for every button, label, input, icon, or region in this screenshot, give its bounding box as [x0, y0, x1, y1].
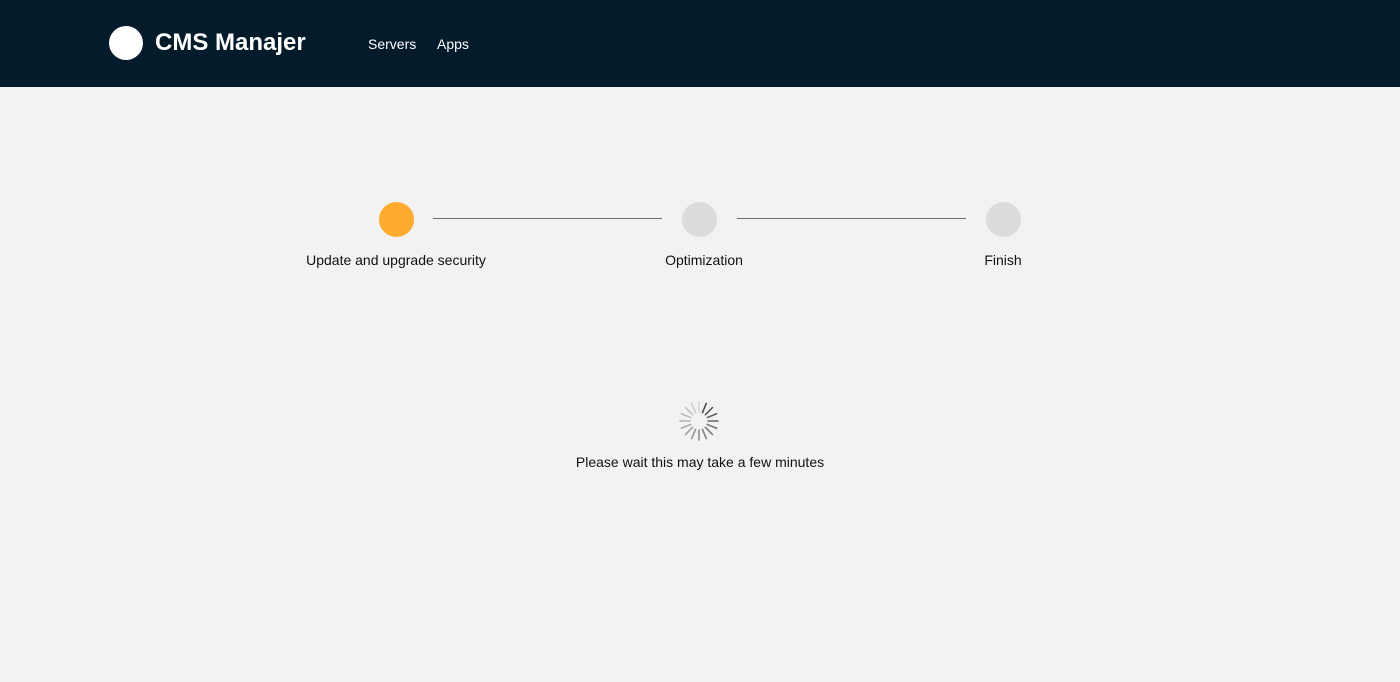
spinner-tick: [706, 412, 718, 419]
logo-icon[interactable]: [109, 26, 143, 60]
spinner-tick: [690, 428, 697, 440]
spinner-tick: [701, 402, 708, 414]
spinner-tick: [704, 406, 714, 416]
step-3-label: Finish: [984, 252, 1022, 268]
step-connector-2: [737, 218, 966, 219]
spinner-tick: [706, 423, 718, 430]
step-connector-1: [433, 218, 662, 219]
spinner-tick: [690, 402, 697, 414]
spinner-tick: [680, 423, 692, 430]
nav-apps-link[interactable]: Apps: [437, 35, 469, 53]
app-title[interactable]: CMS Manajer: [155, 28, 306, 58]
nav-servers-link[interactable]: Servers: [368, 35, 416, 53]
spinner-tick: [680, 412, 692, 419]
step-2-label: Optimization: [665, 252, 743, 268]
loading-message: Please wait this may take a few minutes: [575, 454, 825, 470]
step-2-indicator: [682, 202, 717, 237]
spinner-tick: [684, 406, 694, 416]
top-navbar: CMS Manajer Servers Apps: [0, 0, 1400, 87]
step-1-label: Update and upgrade security: [306, 252, 486, 268]
step-1-indicator: [379, 202, 414, 237]
spinner-tick: [701, 428, 708, 440]
spinner-icon: [679, 401, 719, 441]
spinner-tick: [684, 426, 694, 436]
spinner-tick: [704, 426, 714, 436]
step-3-indicator: [986, 202, 1021, 237]
